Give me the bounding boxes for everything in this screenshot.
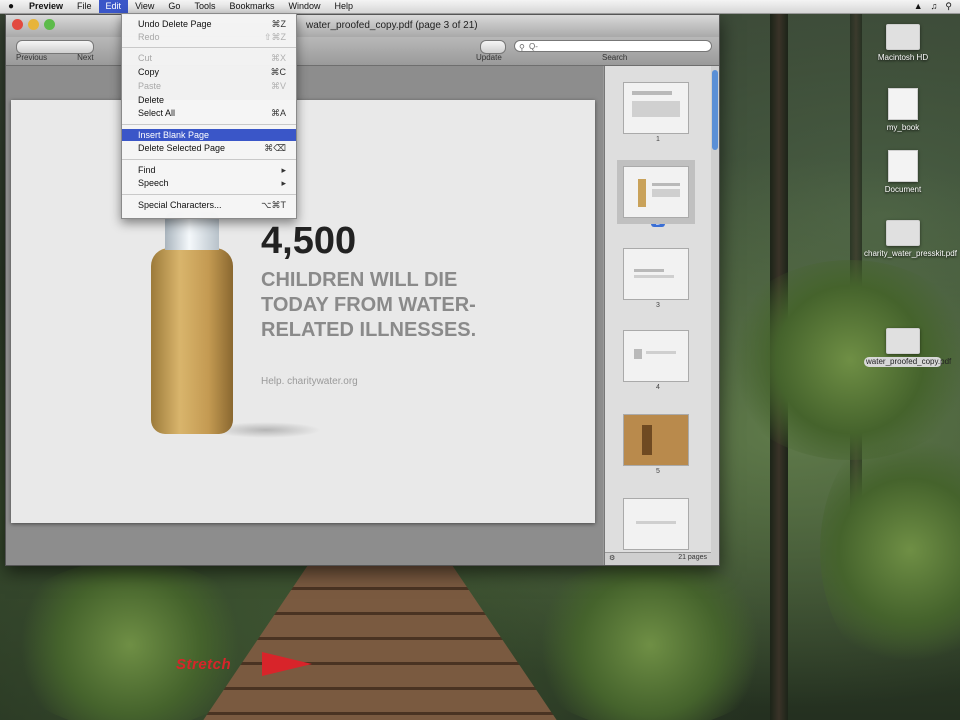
spotlight-icon[interactable]: ⚲: [945, 1, 952, 12]
menu-separator: [122, 124, 296, 125]
watermark-arrow-icon: [262, 652, 312, 676]
menu-item-copy[interactable]: Copy ⌘C: [122, 66, 296, 78]
menu-item-paste: Paste ⌘V: [138, 81, 286, 91]
preview-window: water_proofed_copy.pdf (page 3 of 21) Pr…: [5, 14, 720, 566]
water-bottle-image: [151, 212, 321, 438]
search-icon: ⚲: [519, 43, 525, 52]
menu-item-redo: Redo ⇧⌘Z: [138, 32, 286, 42]
update-button[interactable]: [480, 40, 506, 54]
menu-file[interactable]: File: [70, 0, 99, 13]
menu-item-find[interactable]: Find ▸: [122, 164, 296, 176]
menu-bar: ● Preview File Edit View Go Tools Bookma…: [0, 0, 960, 14]
desktop-icon-presskit[interactable]: charity_water_presskit.pdf: [864, 220, 957, 259]
pdf-icon: [886, 328, 920, 354]
thumbnail-page-6[interactable]: 6: [623, 498, 693, 559]
wifi-icon[interactable]: ▲: [914, 1, 923, 12]
big-number: 4,500: [261, 220, 357, 262]
document-icon: [888, 150, 918, 182]
thumbnail-number: 4: [656, 384, 660, 391]
document-area[interactable]: 4,500 CHILDREN WILL DIE TODAY FROM WATER…: [6, 66, 603, 565]
document-icon: [888, 88, 918, 120]
menu-item-delete-selected-page[interactable]: Delete Selected Page ⌘⌫: [122, 142, 296, 154]
window-title: water_proofed_copy.pdf (page 3 of 21): [306, 20, 478, 31]
fern-foliage: [520, 560, 780, 720]
pdf-icon: [886, 220, 920, 246]
menu-item-special-characters[interactable]: Special Characters... ⌥⌘T: [122, 199, 296, 211]
minimize-icon[interactable]: [28, 19, 39, 30]
volume-icon[interactable]: ♫: [931, 1, 938, 12]
menu-edit[interactable]: Edit: [98, 0, 129, 13]
toolbar: Previous Next Update ⚲ Q- Search: [6, 37, 719, 66]
menu-view[interactable]: View: [128, 0, 161, 13]
toolbar-labels: Previous Next: [16, 53, 94, 62]
thumbnail-page-5[interactable]: 5: [623, 414, 693, 475]
hard-drive-icon: [886, 24, 920, 50]
menu-separator: [122, 194, 296, 195]
document-page[interactable]: 4,500 CHILDREN WILL DIE TODAY FROM WATER…: [11, 100, 595, 523]
zoom-icon[interactable]: [44, 19, 55, 30]
status-icons: ▲ ♫ ⚲: [914, 1, 960, 12]
thumbnail-number: 2: [651, 220, 665, 227]
apple-menu-icon[interactable]: ●: [0, 1, 22, 12]
sidebar-footer: ⚙ 21 pages: [605, 552, 711, 565]
desktop-icon-proofed-copy[interactable]: water_proofed_copy.pdf: [864, 328, 951, 367]
edit-menu: Undo Delete Page ⌘Z Redo ⇧⌘Z Cut ⌘X Copy ⌘C …: [121, 13, 297, 219]
menu-item-cut: Cut ⌘X: [138, 53, 286, 63]
scrollbar-thumb[interactable]: [712, 70, 718, 150]
menu-item-select-all[interactable]: Select All ⌘A: [122, 107, 296, 119]
menu-item-speech[interactable]: Speech ▸: [122, 177, 296, 189]
menu-item-delete[interactable]: Delete: [122, 94, 296, 106]
headline: CHILDREN WILL DIE TODAY FROM WATER-RELAT…: [261, 269, 477, 341]
title-bar[interactable]: water_proofed_copy.pdf (page 3 of 21): [6, 15, 719, 37]
desktop-icon-document[interactable]: Document: [864, 150, 942, 195]
menu-tools[interactable]: Tools: [187, 0, 222, 13]
menu-item-insert-blank-page[interactable]: Insert Blank Page: [122, 129, 296, 141]
window-controls: [12, 19, 55, 30]
thumbnail-page-3[interactable]: 3: [623, 248, 693, 309]
thumbnail-number: 5: [656, 468, 660, 475]
help-text: Help. charitywater.org: [261, 376, 358, 387]
menu-bookmarks[interactable]: Bookmarks: [222, 0, 281, 13]
thumbnail-page-2[interactable]: 2: [617, 160, 695, 227]
thumbnail-number: 3: [656, 302, 660, 309]
thumbnail-sidebar: 1 2 3 4 5 6 ⚙ 21 pages: [604, 66, 711, 565]
menu-app-name[interactable]: Preview: [22, 0, 70, 13]
previous-label: Previous: [16, 53, 48, 62]
search-placeholder: Q-: [529, 42, 538, 51]
thumbnail-page-1[interactable]: 1: [623, 82, 693, 143]
search-input[interactable]: ⚲ Q-: [514, 40, 712, 52]
next-label: Next: [77, 53, 94, 62]
desktop-icon-hard-drive[interactable]: Macintosh HD: [864, 24, 942, 63]
close-icon[interactable]: [12, 19, 23, 30]
menu-window[interactable]: Window: [281, 0, 327, 13]
update-label: Update: [476, 53, 502, 62]
thumbnail-number: 1: [656, 136, 660, 143]
menu-help[interactable]: Help: [327, 0, 360, 13]
search-label: Search: [602, 53, 628, 62]
sidebar-page-count: 21 pages: [678, 554, 707, 561]
desktop-icon-my-book[interactable]: my_book: [864, 88, 942, 133]
thumbnail-page-4[interactable]: 4: [623, 330, 693, 391]
previous-next-button[interactable]: [16, 40, 94, 54]
menu-separator: [122, 47, 296, 48]
sidebar-action-icon[interactable]: ⚙: [609, 554, 615, 562]
menu-separator: [122, 159, 296, 160]
menu-item-undo[interactable]: Undo Delete Page ⌘Z: [122, 18, 296, 30]
menu-go[interactable]: Go: [161, 0, 187, 13]
sidebar-scrollbar[interactable]: [711, 66, 719, 565]
watermark-text: Stretch: [176, 656, 232, 673]
